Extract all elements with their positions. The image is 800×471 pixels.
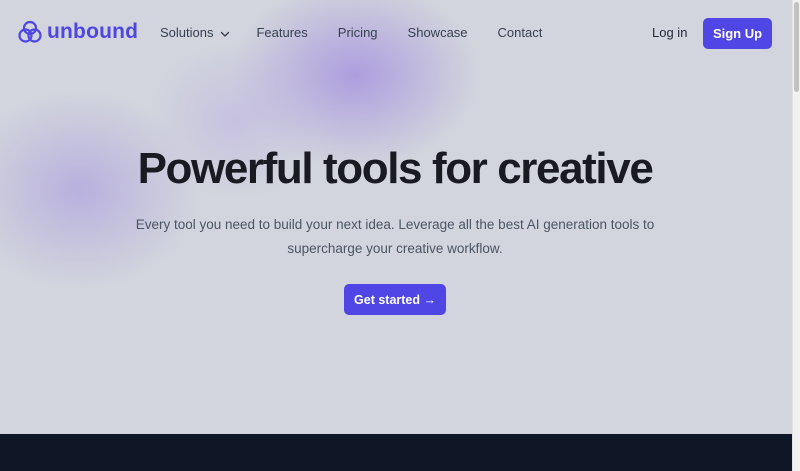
nav-item-contact[interactable]: Contact [498, 25, 543, 41]
hero-title: Powerful tools for creative [137, 144, 654, 193]
get-started-button[interactable]: Get started → [344, 284, 446, 315]
dark-section [0, 434, 792, 471]
nav-item-showcase[interactable]: Showcase [408, 25, 468, 41]
hero-subtitle: Every tool you need to build your next i… [135, 217, 655, 256]
signup-button[interactable]: Sign Up [703, 18, 772, 49]
brand-logo-link[interactable]: unbound [18, 20, 138, 44]
brand-name: unbound [47, 20, 139, 43]
page-scrollbar[interactable] [792, 0, 800, 471]
nav-item-solutions[interactable]: Solutions [160, 25, 230, 41]
nav-item-features[interactable]: Features [256, 25, 307, 41]
chevron-down-icon [221, 31, 230, 37]
main-nav: Solutions Features Pricing Showcase Cont… [160, 25, 542, 41]
scrollbar-thumb[interactable] [794, 2, 799, 92]
site-header: unbound Solutions Features Pricing Showc… [0, 0, 792, 66]
nav-item-pricing[interactable]: Pricing [338, 25, 378, 41]
login-link[interactable]: Log in [652, 25, 687, 41]
unbound-logo-icon [18, 20, 42, 43]
landing-page: unbound Solutions Features Pricing Showc… [0, 0, 792, 471]
nav-item-label: Solutions [160, 25, 214, 40]
